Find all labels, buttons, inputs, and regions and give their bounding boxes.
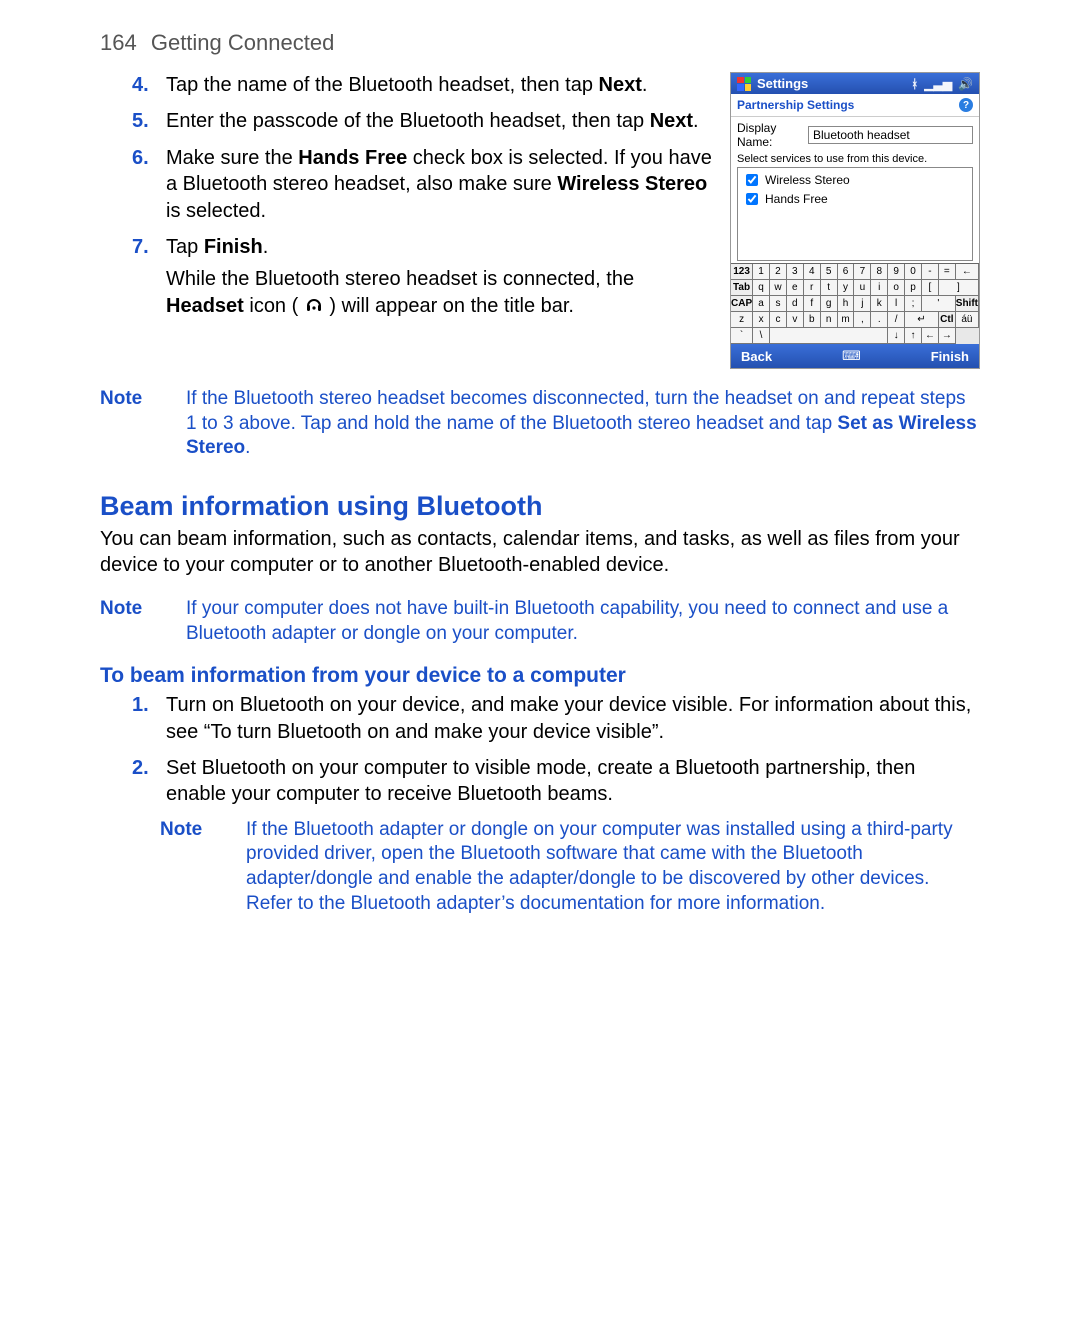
signal-icon: ▁▃▅: [924, 77, 952, 91]
help-icon[interactable]: ?: [959, 98, 973, 112]
step-list: 4. Tap the name of the Bluetooth headset…: [100, 72, 712, 322]
step-number: 5.: [132, 108, 149, 134]
device-screenshot: Settings ᚼ ▁▃▅ 🔊 Partnership Settings ? …: [730, 72, 980, 369]
sub-step-1: 1. Turn on Bluetooth on your device, and…: [160, 692, 980, 745]
note-disconnect: Note If the Bluetooth stereo headset bec…: [100, 387, 980, 461]
device-title-text: Settings: [757, 76, 808, 91]
note-label: Note: [100, 387, 154, 461]
page-number: 164: [100, 30, 137, 55]
hands-free-checkbox[interactable]: [746, 193, 758, 205]
note-body: If your computer does not have built-in …: [186, 597, 980, 646]
running-head: 164 Getting Connected: [100, 30, 980, 56]
services-list: Wireless Stereo Hands Free: [737, 167, 973, 261]
step-number: 7.: [132, 234, 149, 260]
step-4: 4. Tap the name of the Bluetooth headset…: [160, 72, 712, 98]
spacebar-key[interactable]: [770, 328, 888, 344]
soft-keyboard[interactable]: 123 1 2 3 4 5 6 7 8 9 0 - = ← Tab q w e …: [731, 263, 979, 344]
step-6: 6. Make sure the Hands Free check box is…: [160, 145, 712, 224]
device-subtitle: Partnership Settings ?: [731, 94, 979, 117]
service-wireless-stereo[interactable]: Wireless Stereo: [742, 171, 968, 189]
note-adapter: Note If your computer does not have buil…: [100, 597, 980, 646]
section-heading: Beam information using Bluetooth: [100, 491, 980, 522]
kb-key[interactable]: 123: [731, 264, 753, 280]
sub-step-2: 2. Set Bluetooth on your computer to vis…: [160, 755, 980, 808]
step-number: 1.: [132, 692, 149, 718]
device-titlebar: Settings ᚼ ▁▃▅ 🔊: [731, 73, 979, 94]
step-number: 4.: [132, 72, 149, 98]
step-number: 6.: [132, 145, 149, 171]
volume-icon: 🔊: [958, 77, 973, 91]
softkey-back[interactable]: Back: [741, 349, 772, 364]
sub-step-list: 1. Turn on Bluetooth on your device, and…: [100, 692, 980, 808]
step-7: 7. Tap Finish. While the Bluetooth stere…: [160, 234, 712, 322]
services-label: Select services to use from this device.: [737, 153, 973, 165]
note-body: If the Bluetooth adapter or dongle on yo…: [246, 818, 980, 917]
step-7-followup: While the Bluetooth stereo headset is co…: [166, 266, 712, 322]
windows-flag-icon: [737, 77, 751, 91]
device-softkey-bar: Back ⌨ Finish: [731, 344, 979, 368]
step-5: 5. Enter the passcode of the Bluetooth h…: [160, 108, 712, 134]
wireless-stereo-checkbox[interactable]: [746, 174, 758, 186]
note-body: If the Bluetooth stereo headset becomes …: [186, 387, 980, 461]
note-label: Note: [160, 818, 214, 917]
page: 164 Getting Connected 4. Tap the name of…: [0, 0, 1080, 977]
display-name-input[interactable]: [808, 126, 973, 144]
note-driver: Note If the Bluetooth adapter or dongle …: [100, 818, 980, 917]
section-intro: You can beam information, such as contac…: [100, 526, 980, 579]
service-hands-free[interactable]: Hands Free: [742, 190, 968, 208]
note-label: Note: [100, 597, 154, 646]
chapter-title: Getting Connected: [151, 30, 334, 55]
subsection-heading: To beam information from your device to …: [100, 664, 980, 688]
sip-toggle-icon[interactable]: ⌨: [772, 348, 931, 364]
bluetooth-icon: ᚼ: [911, 77, 918, 91]
softkey-finish[interactable]: Finish: [931, 349, 969, 364]
step-number: 2.: [132, 755, 149, 781]
headset-icon: [304, 295, 324, 322]
display-name-label: Display Name:: [737, 121, 800, 149]
steps-column: 4. Tap the name of the Bluetooth headset…: [100, 72, 712, 332]
